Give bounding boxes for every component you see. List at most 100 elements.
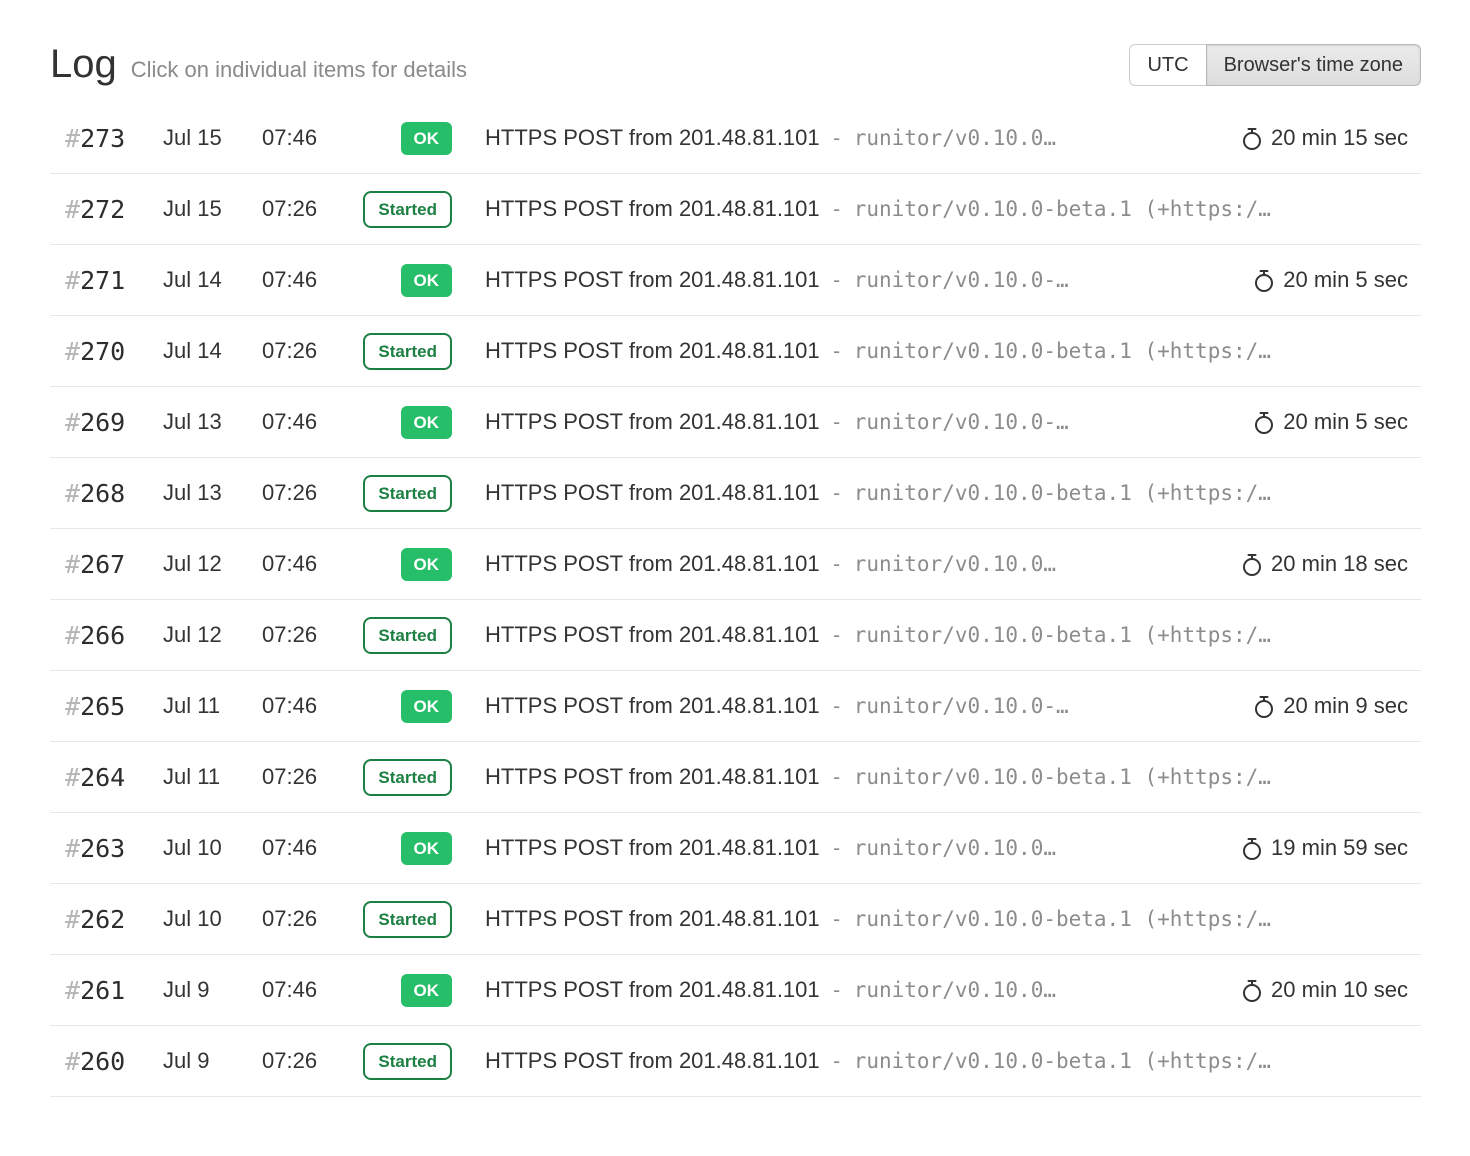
duration-text: 20 min 15 sec bbox=[1271, 125, 1408, 151]
utc-button[interactable]: UTC bbox=[1129, 44, 1206, 86]
log-row[interactable]: #261 Jul 9 07:46 OK HTTPS POST from 201.… bbox=[50, 955, 1421, 1026]
status-badge: Started bbox=[363, 333, 452, 370]
hash-prefix: # bbox=[65, 408, 80, 437]
log-row[interactable]: #269 Jul 13 07:46 OK HTTPS POST from 201… bbox=[50, 387, 1421, 458]
ping-number: #273 bbox=[65, 124, 163, 153]
ping-time: 07:46 bbox=[262, 835, 340, 861]
ping-number-value: 263 bbox=[80, 834, 125, 863]
status-badge-cell: Started bbox=[363, 191, 452, 228]
ping-description: HTTPS POST from 201.48.81.101 - runitor/… bbox=[452, 125, 1217, 151]
stopwatch-icon bbox=[1253, 410, 1275, 435]
log-row[interactable]: #273 Jul 15 07:46 OK HTTPS POST from 201… bbox=[50, 103, 1421, 174]
status-badge: OK bbox=[401, 832, 453, 865]
separator-dash: - bbox=[831, 268, 843, 292]
status-badge: OK bbox=[401, 690, 453, 723]
page-title: Log bbox=[50, 42, 117, 87]
log-row[interactable]: #266 Jul 12 07:26 Started HTTPS POST fro… bbox=[50, 600, 1421, 671]
ping-date: Jul 10 bbox=[163, 835, 262, 861]
log-row[interactable]: #263 Jul 10 07:46 OK HTTPS POST from 201… bbox=[50, 813, 1421, 884]
ping-number: #261 bbox=[65, 976, 163, 1005]
page-subtitle: Click on individual items for details bbox=[131, 57, 467, 83]
ping-number-value: 264 bbox=[80, 763, 125, 792]
user-agent: runitor/v0.10.0-… bbox=[854, 694, 1069, 718]
status-badge: OK bbox=[401, 406, 453, 439]
page-header: Log Click on individual items for detail… bbox=[50, 42, 1421, 87]
ping-number: #262 bbox=[65, 905, 163, 934]
ping-number-value: 266 bbox=[80, 621, 125, 650]
ping-date: Jul 13 bbox=[163, 409, 262, 435]
hash-prefix: # bbox=[65, 266, 80, 295]
user-agent: runitor/v0.10.0-beta.1 (+https:/… bbox=[854, 765, 1271, 789]
ping-source: HTTPS POST from 201.48.81.101 bbox=[485, 835, 820, 861]
ping-number-value: 267 bbox=[80, 550, 125, 579]
ping-time: 07:46 bbox=[262, 693, 340, 719]
status-badge: Started bbox=[363, 1043, 452, 1080]
log-row[interactable]: #270 Jul 14 07:26 Started HTTPS POST fro… bbox=[50, 316, 1421, 387]
ping-description: HTTPS POST from 201.48.81.101 - runitor/… bbox=[452, 764, 1421, 790]
hash-prefix: # bbox=[65, 763, 80, 792]
ping-number: #271 bbox=[65, 266, 163, 295]
ping-source: HTTPS POST from 201.48.81.101 bbox=[485, 125, 820, 151]
duration: 20 min 18 sec bbox=[1217, 551, 1421, 577]
ping-number-value: 271 bbox=[80, 266, 125, 295]
ping-number: #263 bbox=[65, 834, 163, 863]
ping-date: Jul 11 bbox=[163, 764, 262, 790]
log-row[interactable]: #268 Jul 13 07:26 Started HTTPS POST fro… bbox=[50, 458, 1421, 529]
ping-number: #264 bbox=[65, 763, 163, 792]
ping-description: HTTPS POST from 201.48.81.101 - runitor/… bbox=[452, 267, 1229, 293]
hash-prefix: # bbox=[65, 1047, 80, 1076]
ping-time: 07:26 bbox=[262, 480, 340, 506]
ping-number-value: 269 bbox=[80, 408, 125, 437]
ping-date: Jul 14 bbox=[163, 338, 262, 364]
duration: 20 min 9 sec bbox=[1229, 693, 1421, 719]
separator-dash: - bbox=[831, 410, 843, 434]
duration: 20 min 5 sec bbox=[1229, 267, 1421, 293]
ping-date: Jul 11 bbox=[163, 693, 262, 719]
ping-date: Jul 9 bbox=[163, 977, 262, 1003]
ping-description: HTTPS POST from 201.48.81.101 - runitor/… bbox=[452, 409, 1229, 435]
ping-description: HTTPS POST from 201.48.81.101 - runitor/… bbox=[452, 622, 1421, 648]
ping-number-value: 268 bbox=[80, 479, 125, 508]
stopwatch-icon bbox=[1241, 126, 1263, 151]
ping-number: #260 bbox=[65, 1047, 163, 1076]
ping-number: #268 bbox=[65, 479, 163, 508]
status-badge: OK bbox=[401, 264, 453, 297]
status-badge: OK bbox=[401, 548, 453, 581]
hash-prefix: # bbox=[65, 976, 80, 1005]
duration-text: 20 min 18 sec bbox=[1271, 551, 1408, 577]
log-row[interactable]: #260 Jul 9 07:26 Started HTTPS POST from… bbox=[50, 1026, 1421, 1097]
status-badge: Started bbox=[363, 191, 452, 228]
ping-description: HTTPS POST from 201.48.81.101 - runitor/… bbox=[452, 338, 1421, 364]
ping-source: HTTPS POST from 201.48.81.101 bbox=[485, 196, 820, 222]
ping-source: HTTPS POST from 201.48.81.101 bbox=[485, 693, 820, 719]
duration: 20 min 10 sec bbox=[1217, 977, 1421, 1003]
separator-dash: - bbox=[831, 765, 843, 789]
log-row[interactable]: #265 Jul 11 07:46 OK HTTPS POST from 201… bbox=[50, 671, 1421, 742]
duration: 20 min 5 sec bbox=[1229, 409, 1421, 435]
stopwatch-icon bbox=[1241, 836, 1263, 861]
ping-number-value: 262 bbox=[80, 905, 125, 934]
log-row[interactable]: #267 Jul 12 07:46 OK HTTPS POST from 201… bbox=[50, 529, 1421, 600]
status-badge: Started bbox=[363, 901, 452, 938]
status-badge: Started bbox=[363, 759, 452, 796]
ping-number-value: 272 bbox=[80, 195, 125, 224]
log-row[interactable]: #262 Jul 10 07:26 Started HTTPS POST fro… bbox=[50, 884, 1421, 955]
separator-dash: - bbox=[831, 481, 843, 505]
ping-description: HTTPS POST from 201.48.81.101 - runitor/… bbox=[452, 1048, 1421, 1074]
ping-time: 07:26 bbox=[262, 338, 340, 364]
ping-time: 07:26 bbox=[262, 1048, 340, 1074]
ping-number-value: 270 bbox=[80, 337, 125, 366]
separator-dash: - bbox=[831, 694, 843, 718]
ping-time: 07:46 bbox=[262, 267, 340, 293]
ping-description: HTTPS POST from 201.48.81.101 - runitor/… bbox=[452, 693, 1229, 719]
ping-date: Jul 15 bbox=[163, 125, 262, 151]
log-row[interactable]: #272 Jul 15 07:26 Started HTTPS POST fro… bbox=[50, 174, 1421, 245]
hash-prefix: # bbox=[65, 905, 80, 934]
ping-source: HTTPS POST from 201.48.81.101 bbox=[485, 409, 820, 435]
status-badge-cell: OK bbox=[401, 974, 453, 1007]
separator-dash: - bbox=[831, 1049, 843, 1073]
browser-timezone-button[interactable]: Browser's time zone bbox=[1206, 44, 1421, 86]
separator-dash: - bbox=[831, 197, 843, 221]
log-row[interactable]: #271 Jul 14 07:46 OK HTTPS POST from 201… bbox=[50, 245, 1421, 316]
log-row[interactable]: #264 Jul 11 07:26 Started HTTPS POST fro… bbox=[50, 742, 1421, 813]
